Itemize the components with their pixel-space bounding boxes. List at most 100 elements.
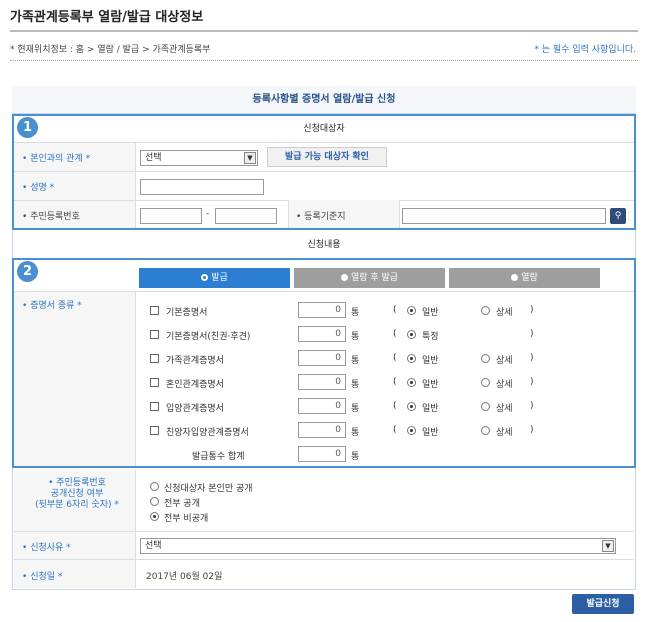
relation-select[interactable]: 선택 ▼ [140, 150, 258, 166]
cert-unit: 통 [351, 428, 360, 438]
regbase-label: • 등록기준지 [296, 212, 346, 222]
paren-open: ( [393, 329, 397, 339]
reason-select[interactable]: 선택 ▼ [140, 538, 616, 554]
cert-name: 가족관계증명서 [166, 356, 224, 366]
cert-checkbox[interactable] [150, 402, 159, 411]
radio-disclosure-none[interactable] [150, 512, 159, 521]
rrn-label: • 주민등록번호 [22, 212, 80, 222]
cert-checkbox[interactable] [150, 378, 159, 387]
required-note: * 는 필수 입력 사항입니다. [534, 45, 636, 55]
paren-open: ( [393, 353, 397, 363]
rrn-back-input[interactable] [215, 208, 277, 224]
cert-qty-input[interactable]: 0 [298, 302, 346, 318]
total-unit: 통 [351, 452, 360, 462]
radio-icon [201, 274, 209, 281]
cert-unit: 통 [351, 308, 360, 318]
submit-issue-button[interactable]: 발급신청 [572, 594, 634, 614]
cert-qty-input[interactable]: 0 [298, 374, 346, 390]
radio-general[interactable] [407, 354, 416, 363]
radio-general-label: 일반 [422, 404, 439, 414]
breadcrumb: * 현재위치정보 : 홈 > 열람 / 발급 > 가족관계등록부 [10, 45, 211, 55]
radio-detail[interactable] [481, 306, 490, 315]
radio-detail[interactable] [481, 402, 490, 411]
radio-general[interactable] [407, 306, 416, 315]
radio-general[interactable] [407, 402, 416, 411]
paren-close: ) [530, 329, 534, 339]
cert-qty-input[interactable]: 0 [298, 398, 346, 414]
row-divider [14, 171, 634, 172]
tab-view[interactable]: 열람 [449, 268, 600, 288]
radio-detail[interactable] [481, 354, 490, 363]
form-header: 등록사항별 증명서 열람/발급 신청 [12, 86, 636, 114]
disclosure-option-all[interactable]: 전부 공개 [150, 495, 350, 509]
cert-row: 혼인관계증명서 0 통 ( 일반 상세 ) [150, 374, 630, 390]
cert-unit: 통 [351, 356, 360, 366]
paren-close: ) [530, 401, 534, 411]
cert-checkbox[interactable] [150, 426, 159, 435]
reason-label: • 신청사유 * [22, 543, 71, 553]
section1-number-icon: 1 [17, 117, 38, 138]
radio-general-label: 일반 [422, 356, 439, 366]
radio-icon [511, 274, 519, 281]
section2-title: 신청내용 [307, 240, 341, 250]
cert-qty-input[interactable]: 0 [298, 326, 346, 342]
radio-specific[interactable] [407, 330, 416, 339]
radio-disclosure-all[interactable] [150, 497, 159, 506]
radio-specific-label: 특정 [422, 332, 439, 342]
cert-row: 기본증명서(친권·후견) 0 통 ( 특정 ) [150, 326, 630, 342]
cert-type-label: • 증명서 종류 * [22, 301, 82, 311]
paren-close: ) [530, 305, 534, 315]
cert-name: 기본증명서(친권·후견) [166, 332, 251, 342]
disclosure-option-self[interactable]: 신청대상자 본인만 공개 [150, 480, 350, 494]
cert-checkbox[interactable] [150, 330, 159, 339]
cert-row: 친양자입양관계증명서 0 통 ( 일반 상세 ) [150, 422, 630, 438]
name-label: • 성명 * [22, 183, 55, 193]
total-qty: 0 [298, 446, 346, 462]
tab-issue[interactable]: 발급 [139, 268, 290, 288]
cert-checkbox[interactable] [150, 354, 159, 363]
radio-detail[interactable] [481, 378, 490, 387]
cert-unit: 통 [351, 404, 360, 414]
radio-detail-label: 상세 [496, 356, 513, 366]
relation-select-value: 선택 [145, 153, 162, 163]
cert-row: 가족관계증명서 0 통 ( 일반 상세 ) [150, 350, 630, 366]
paren-open: ( [393, 425, 397, 435]
section1-title: 신청대상자 [303, 124, 345, 134]
page-title: 가족관계등록부 열람/발급 대상정보 [10, 10, 204, 25]
cert-qty-input[interactable]: 0 [298, 350, 346, 366]
section2-label-column [14, 292, 136, 466]
radio-general[interactable] [407, 378, 416, 387]
search-icon[interactable]: ⚲ [610, 208, 626, 224]
section2-number-icon: 2 [17, 261, 38, 282]
rrn-front-input[interactable] [140, 208, 202, 224]
date-value: 2017년 06월 02일 [146, 572, 223, 582]
name-input[interactable] [140, 179, 264, 195]
check-eligible-button[interactable]: 발급 가능 대상자 확인 [267, 147, 387, 167]
paren-close: ) [530, 377, 534, 387]
radio-disclosure-self[interactable] [150, 482, 159, 491]
chevron-down-icon: ▼ [602, 540, 614, 552]
disclosure-label: • 주민등록번호 공개신청 여부 (뒷부분 6자리 숫자) * [35, 478, 119, 510]
radio-general[interactable] [407, 426, 416, 435]
radio-detail[interactable] [481, 426, 490, 435]
paren-close: ) [530, 353, 534, 363]
radio-general-label: 일반 [422, 380, 439, 390]
title-divider [10, 30, 638, 32]
regbase-input[interactable] [402, 208, 606, 224]
cert-name: 입양관계증명서 [166, 404, 224, 414]
cert-row: 기본증명서 0 통 ( 일반 상세 ) [150, 302, 630, 318]
cert-qty-input[interactable]: 0 [298, 422, 346, 438]
row-divider [14, 531, 634, 532]
date-label: • 신청일 * [22, 572, 63, 582]
tab-view-then-issue[interactable]: 열람 후 발급 [294, 268, 445, 288]
total-row: 발급통수 합계 0 통 [150, 446, 630, 462]
relation-label: • 본인과의 관계 * [22, 154, 91, 164]
disclosure-option-none[interactable]: 전부 비공개 [150, 510, 350, 524]
cert-row: 입양관계증명서 0 통 ( 일반 상세 ) [150, 398, 630, 414]
radio-detail-label: 상세 [496, 308, 513, 318]
breadcrumb-divider [10, 60, 638, 61]
radio-detail-label: 상세 [496, 404, 513, 414]
cert-checkbox[interactable] [150, 306, 159, 315]
chevron-down-icon: ▼ [244, 152, 256, 164]
radio-detail-label: 상세 [496, 380, 513, 390]
